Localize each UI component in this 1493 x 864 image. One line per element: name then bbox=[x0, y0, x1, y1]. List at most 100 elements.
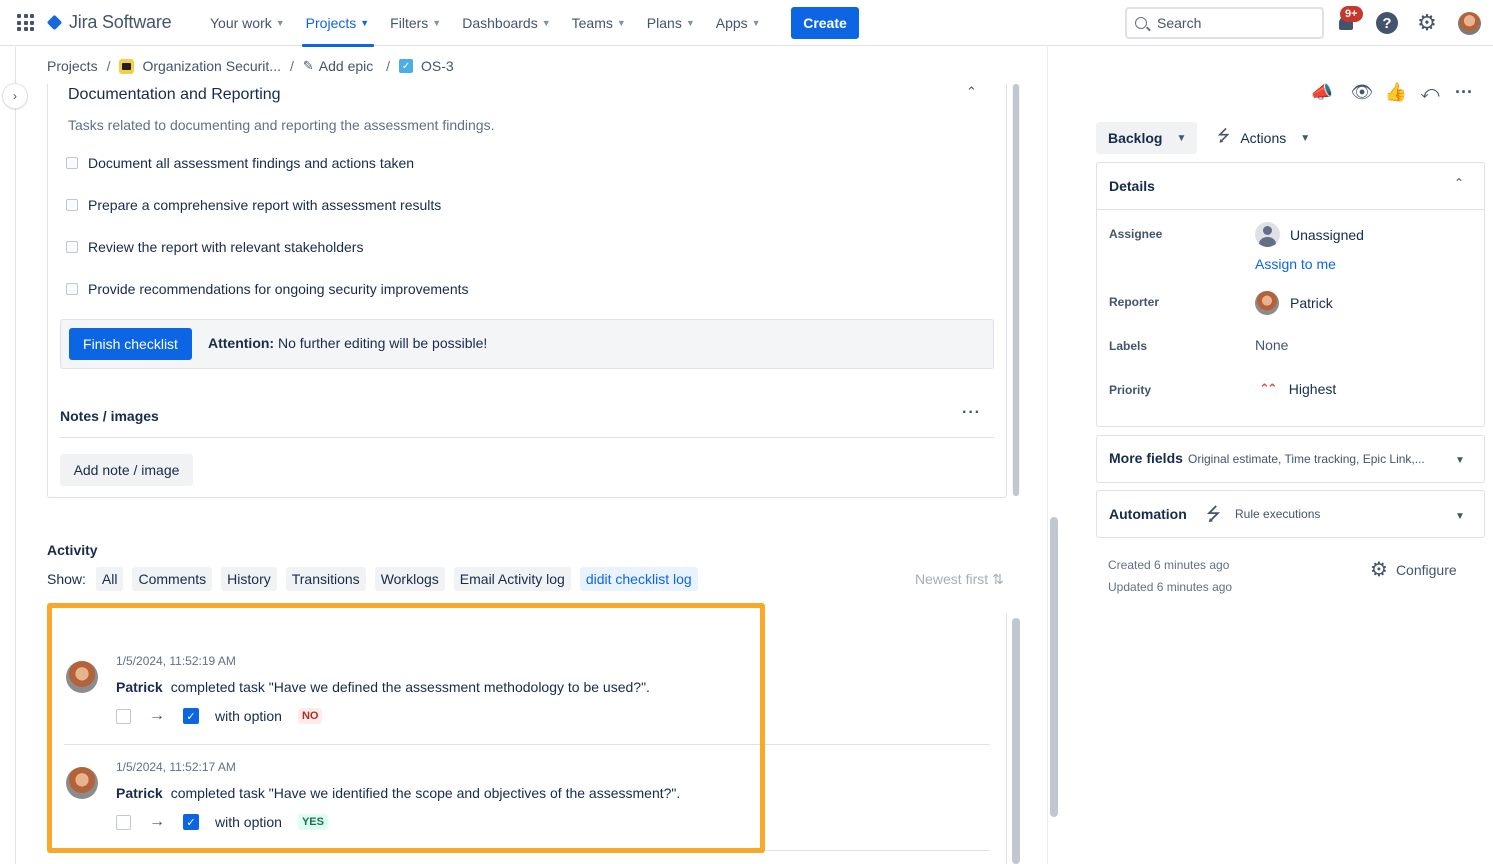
top-navigation: Jira Software Your work ▼ Projects ▼ Filte… bbox=[0, 0, 1493, 47]
eye-watch-icon[interactable]: 👁 bbox=[1350, 80, 1374, 104]
chevron-down-icon[interactable]: ▼ bbox=[1455, 455, 1465, 466]
chevron-down-icon: ▼ bbox=[275, 18, 285, 28]
avatar bbox=[1255, 291, 1279, 315]
thumbs-up-icon[interactable]: 👍 bbox=[1384, 80, 1408, 104]
add-note-button[interactable]: Add note / image bbox=[60, 454, 193, 486]
filter-worklogs[interactable]: Worklogs bbox=[374, 567, 445, 591]
more-options-icon[interactable]: ··· bbox=[962, 404, 981, 422]
breadcrumb: Projects / Organization Securit... / ✎ A… bbox=[47, 58, 454, 74]
expand-sidebar-chevron-icon[interactable]: › bbox=[3, 84, 27, 108]
megaphone-icon[interactable]: 📣 bbox=[1310, 80, 1334, 104]
attention-text: No further editing will be possible! bbox=[277, 335, 488, 351]
labels-label: Labels bbox=[1109, 339, 1148, 353]
finish-checklist-button[interactable]: Finish checklist bbox=[69, 328, 192, 360]
chevron-down-icon: ▼ bbox=[616, 18, 626, 28]
sort-label: Newest first bbox=[915, 571, 989, 587]
checklist-item[interactable]: Document all assessment findings and act… bbox=[66, 155, 414, 171]
nav-your-work[interactable]: Your work ▼ bbox=[200, 0, 296, 46]
nav-plans[interactable]: Plans ▼ bbox=[637, 0, 706, 46]
attention-label: Attention: bbox=[208, 335, 275, 351]
jira-logo[interactable]: Jira Software bbox=[46, 12, 172, 33]
settings-gear-icon[interactable]: ⚙ bbox=[1416, 12, 1438, 34]
checkbox[interactable] bbox=[66, 199, 78, 211]
notifications-badge: 9+ bbox=[1340, 6, 1363, 22]
checklist-item-label: Review the report with relevant stakehol… bbox=[88, 239, 364, 255]
assignee-name: Unassigned bbox=[1290, 226, 1364, 243]
assignee-value[interactable]: Unassigned bbox=[1255, 222, 1364, 247]
app-name: Jira Software bbox=[69, 12, 172, 32]
jira-diamond-icon bbox=[46, 14, 63, 31]
chevron-down-icon: ▼ bbox=[541, 18, 551, 28]
chevron-down-icon: ▼ bbox=[1300, 132, 1311, 144]
share-icon[interactable]: ⤺ bbox=[1418, 80, 1442, 104]
filter-didit-checklist-log[interactable]: didit checklist log bbox=[579, 567, 698, 591]
primary-nav: Your work ▼ Projects ▼ Filters ▼ Dashboards… bbox=[200, 0, 772, 47]
checkbox[interactable] bbox=[66, 241, 78, 253]
actions-label: Actions bbox=[1240, 130, 1287, 146]
filter-history[interactable]: History bbox=[221, 567, 277, 591]
lightning-icon: ⭍ bbox=[1217, 127, 1231, 145]
breadcrumb-separator: / bbox=[289, 58, 294, 74]
checklist-item-label: Provide recommendations for ongoing secu… bbox=[88, 281, 469, 297]
assign-to-me-link[interactable]: Assign to me bbox=[1255, 256, 1336, 272]
breadcrumb-separator: / bbox=[106, 58, 111, 74]
search-box[interactable] bbox=[1125, 7, 1324, 39]
priority-value[interactable]: ⌃⌃ Highest bbox=[1255, 381, 1336, 397]
reporter-name: Patrick bbox=[1290, 295, 1333, 311]
labels-text: None bbox=[1255, 337, 1289, 353]
filter-all[interactable]: All bbox=[95, 567, 124, 591]
checklist-item[interactable]: Provide recommendations for ongoing secu… bbox=[66, 281, 469, 297]
search-input[interactable] bbox=[1157, 15, 1307, 31]
sidebar-rail bbox=[0, 47, 16, 864]
help-icon[interactable]: ? bbox=[1376, 12, 1398, 34]
sort-newest-first[interactable]: Newest first ⇅ bbox=[915, 571, 1004, 588]
chevron-down-icon: ▼ bbox=[685, 18, 695, 28]
reporter-label: Reporter bbox=[1109, 295, 1160, 309]
checklist-scrollbar[interactable] bbox=[1012, 84, 1020, 496]
breadcrumb-issue-key[interactable]: OS-3 bbox=[421, 58, 454, 74]
page-scrollbar[interactable] bbox=[1050, 517, 1058, 817]
more-actions-icon[interactable]: ··· bbox=[1452, 80, 1476, 104]
app-switcher-icon[interactable] bbox=[17, 14, 34, 31]
filter-transitions[interactable]: Transitions bbox=[285, 567, 366, 591]
breadcrumb-separator: / bbox=[382, 58, 391, 74]
finish-checklist-bar bbox=[60, 319, 994, 369]
chevron-down-icon[interactable]: ▼ bbox=[1455, 511, 1465, 522]
activity-title: Activity bbox=[47, 542, 98, 558]
issue-actions-toolbar: 📣 👁 👍 ⤺ ··· bbox=[1300, 80, 1476, 104]
more-fields-subtitle: Original estimate, Time tracking, Epic L… bbox=[1188, 452, 1425, 466]
breadcrumb-projects[interactable]: Projects bbox=[47, 58, 98, 74]
chevron-up-icon[interactable]: ⌃ bbox=[1454, 176, 1464, 190]
checklist-section-title: Documentation and Reporting bbox=[68, 86, 281, 103]
log-scrollbar[interactable] bbox=[1012, 618, 1020, 864]
checklist-item[interactable]: Prepare a comprehensive report with asse… bbox=[66, 197, 441, 213]
configure-button[interactable]: ⚙ Configure bbox=[1370, 557, 1457, 582]
nav-filters[interactable]: Filters ▼ bbox=[380, 0, 452, 46]
nav-projects[interactable]: Projects ▼ bbox=[296, 0, 381, 47]
details-title[interactable]: Details bbox=[1109, 178, 1155, 194]
nav-dashboards[interactable]: Dashboards ▼ bbox=[452, 0, 561, 46]
nav-label: Plans bbox=[646, 15, 682, 31]
chevron-up-icon[interactable]: ⌃ bbox=[966, 84, 977, 100]
checklist-item[interactable]: Review the report with relevant stakehol… bbox=[66, 239, 363, 255]
reporter-value[interactable]: Patrick bbox=[1255, 291, 1333, 315]
nav-label: Dashboards bbox=[462, 15, 538, 31]
checkbox[interactable] bbox=[66, 283, 78, 295]
create-button[interactable]: Create bbox=[791, 7, 859, 39]
configure-label: Configure bbox=[1395, 561, 1457, 578]
status-dropdown[interactable]: Backlog ▼ bbox=[1096, 122, 1197, 154]
filter-email-activity-log[interactable]: Email Activity log bbox=[453, 567, 571, 591]
gear-icon: ⚙ bbox=[1370, 559, 1388, 581]
checkbox[interactable] bbox=[66, 157, 78, 169]
task-type-icon: ✓ bbox=[399, 59, 414, 73]
nav-apps[interactable]: Apps ▼ bbox=[706, 0, 772, 46]
profile-avatar[interactable] bbox=[1458, 12, 1481, 35]
actions-dropdown[interactable]: ⭍ Actions ▼ bbox=[1207, 122, 1327, 154]
labels-value[interactable]: None bbox=[1255, 337, 1288, 353]
filter-comments[interactable]: Comments bbox=[132, 567, 213, 591]
notes-title: Notes / images bbox=[60, 408, 159, 424]
breadcrumb-project[interactable]: Organization Securit... bbox=[142, 58, 281, 74]
breadcrumb-add-epic[interactable]: Add epic bbox=[319, 58, 373, 74]
nav-teams[interactable]: Teams ▼ bbox=[562, 0, 637, 46]
chevron-down-icon: ▼ bbox=[360, 18, 370, 28]
